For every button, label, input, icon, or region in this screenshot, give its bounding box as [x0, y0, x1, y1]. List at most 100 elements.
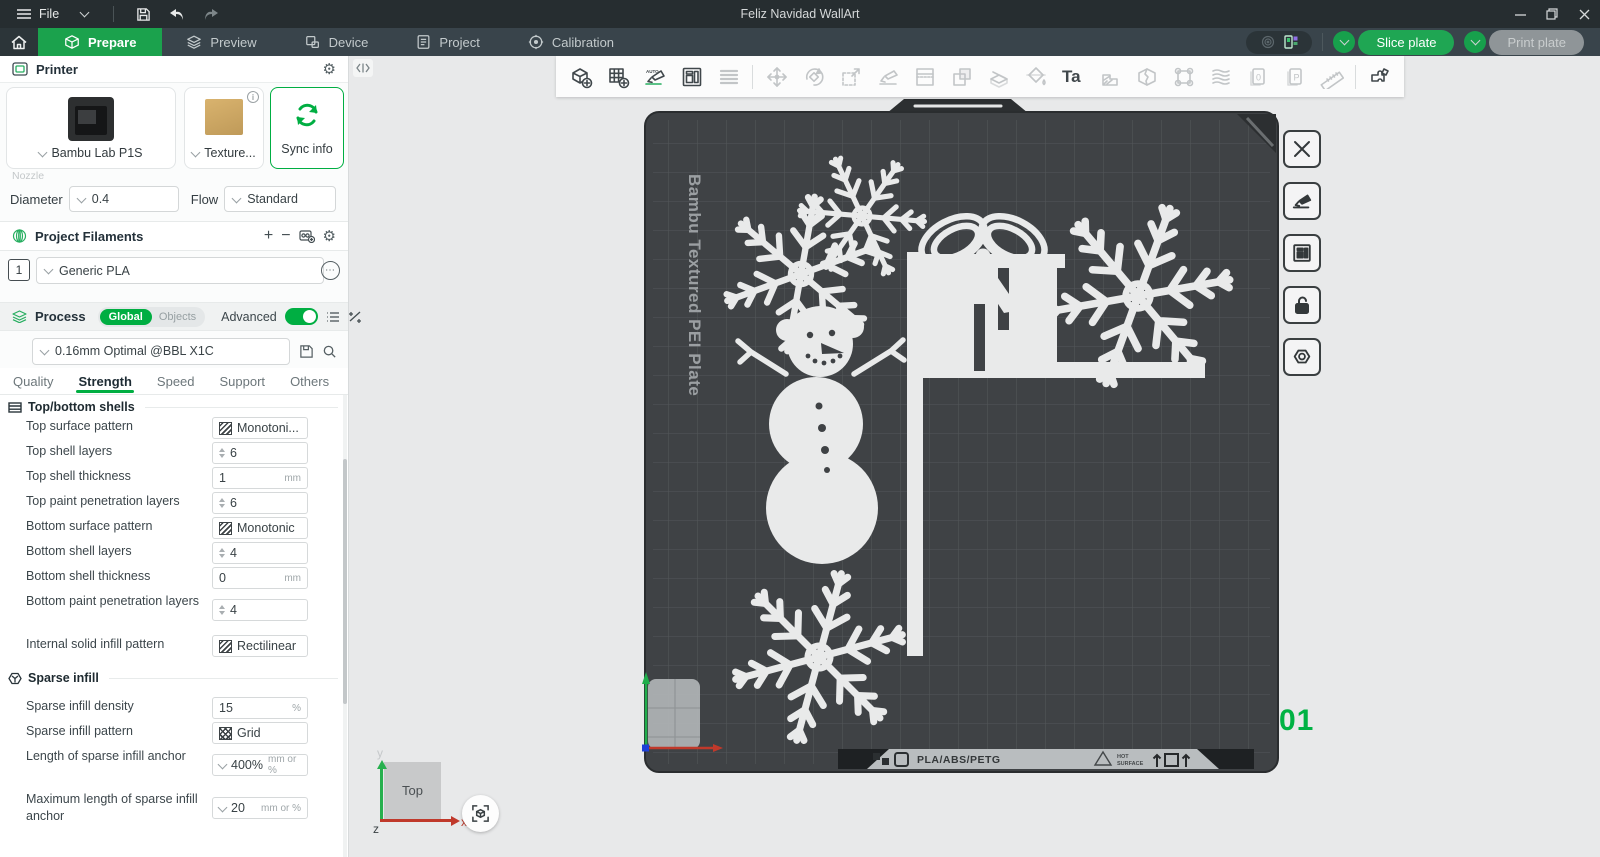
tab-speed[interactable]: Speed — [157, 368, 195, 394]
info-icon[interactable]: i — [247, 91, 259, 103]
tab-prepare[interactable]: Prepare — [38, 28, 162, 56]
slice-dropdown-button[interactable] — [1333, 31, 1355, 53]
text-button[interactable]: Ta — [1054, 58, 1091, 95]
spinner-icon[interactable] — [219, 448, 225, 458]
redo-button[interactable] — [196, 0, 226, 28]
add-filament-button[interactable]: + — [264, 227, 273, 245]
printer-card[interactable]: Bambu Lab P1S — [6, 87, 176, 169]
arrange-button[interactable] — [673, 58, 710, 95]
settings-scrollbar[interactable] — [343, 395, 347, 857]
view-cube[interactable]: Top — [384, 762, 441, 819]
plate-number-label[interactable]: 01 — [1279, 704, 1314, 738]
measure-button[interactable] — [1313, 58, 1350, 95]
sidebar-collapse-handle[interactable] — [353, 59, 373, 77]
flow-select[interactable]: Standard — [224, 186, 336, 212]
delete-plate-button[interactable] — [1283, 130, 1321, 168]
compare-presets-button[interactable] — [348, 310, 362, 323]
spinner-icon[interactable] — [219, 498, 225, 508]
fit-view-button[interactable] — [462, 795, 499, 832]
mesh-repair-button[interactable] — [1128, 58, 1165, 95]
view-mode-pill[interactable] — [1246, 31, 1312, 54]
close-button[interactable] — [1568, 0, 1600, 28]
edit-filament-button[interactable]: ⋯ — [321, 261, 340, 280]
cut-button[interactable] — [980, 58, 1017, 95]
variable-layer-height-button[interactable] — [1202, 58, 1239, 95]
add-object-button[interactable] — [562, 58, 599, 95]
bottom-shell-thickness-input[interactable]: 0mm — [212, 567, 308, 589]
diameter-select[interactable]: 0.4 — [69, 186, 179, 212]
add-plate-button[interactable] — [599, 58, 636, 95]
scrollbar-thumb[interactable] — [343, 459, 347, 704]
internal-solid-infill-pattern-select[interactable]: Rectilinear — [212, 635, 308, 657]
sync-info-button[interactable]: Sync info — [270, 87, 344, 169]
filament-settings-button[interactable]: ⚙ — [323, 229, 336, 244]
build-plate-scene[interactable]: Bambu Textured PEI Plate — [349, 56, 1600, 857]
file-dropdown-button[interactable] — [69, 0, 99, 28]
layer-list-button[interactable] — [710, 58, 747, 95]
spinner-icon[interactable] — [219, 548, 225, 558]
filament-select[interactable]: Generic PLA — [36, 257, 324, 284]
tab-preview[interactable]: Preview — [162, 28, 280, 56]
file-menu-button[interactable]: File — [10, 0, 65, 28]
bottom-shell-layers-input[interactable]: 4 — [212, 542, 308, 564]
plate-settings-icon — [1291, 346, 1313, 368]
zero-document-button[interactable]: 0 — [1239, 58, 1276, 95]
fuzzy-skin-button[interactable] — [1091, 58, 1128, 95]
plate-settings-button[interactable] — [1283, 338, 1321, 376]
tab-device[interactable]: Device — [281, 28, 393, 56]
ams-sync-button[interactable] — [299, 230, 315, 243]
save-preset-button[interactable] — [299, 344, 314, 359]
top-shell-thickness-input[interactable]: 1mm — [212, 467, 308, 489]
auto-orient-plate-button[interactable] — [1283, 182, 1321, 220]
tab-quality[interactable]: Quality — [13, 368, 53, 394]
advanced-toggle[interactable] — [285, 308, 318, 325]
sparse-infill-anchor-select[interactable]: 400%mm or % — [212, 754, 308, 776]
process-scope-toggle[interactable]: Global Objects — [98, 307, 206, 327]
build-plate-card[interactable]: i Texture... — [184, 87, 264, 169]
p-document-button[interactable]: P — [1276, 58, 1313, 95]
split-to-plates-button[interactable] — [906, 58, 943, 95]
sparse-infill-anchor-max-select[interactable]: 20mm or % — [212, 797, 308, 819]
top-surface-pattern-select[interactable]: Monotoni... — [212, 417, 308, 439]
bottom-paint-penetration-layers-input[interactable]: 4 — [212, 599, 308, 621]
undo-button[interactable] — [162, 0, 192, 28]
seam-button[interactable] — [1165, 58, 1202, 95]
scope-global[interactable]: Global — [100, 309, 152, 325]
tab-strength[interactable]: Strength — [78, 368, 131, 394]
tab-others[interactable]: Others — [290, 368, 329, 394]
assembly-button[interactable] — [1361, 58, 1398, 95]
home-button[interactable] — [0, 28, 38, 56]
place-on-face-button[interactable] — [869, 58, 906, 95]
viewport-3d[interactable]: Bambu Textured PEI Plate — [349, 56, 1600, 857]
scope-objects[interactable]: Objects — [152, 311, 203, 323]
save-button[interactable] — [128, 0, 158, 28]
remove-filament-button[interactable]: − — [281, 227, 290, 245]
split-to-parts-button[interactable] — [943, 58, 980, 95]
tab-support[interactable]: Support — [220, 368, 266, 394]
process-preset-select[interactable]: 0.16mm Optimal @BBL X1C — [32, 338, 290, 365]
rotate-button[interactable] — [795, 58, 832, 95]
view-all-settings-button[interactable] — [326, 311, 340, 323]
arrange-plate-button[interactable] — [1283, 234, 1321, 272]
print-plate-button[interactable]: Print plate — [1489, 30, 1584, 55]
spinner-icon[interactable] — [219, 605, 225, 615]
filament-slot-number[interactable]: 1 — [8, 259, 30, 281]
slice-plate-button[interactable]: Slice plate — [1358, 30, 1454, 55]
search-settings-button[interactable] — [322, 344, 337, 359]
sparse-infill-density-input[interactable]: 15% — [212, 697, 308, 719]
scale-button[interactable] — [832, 58, 869, 95]
print-dropdown-button[interactable] — [1464, 31, 1486, 53]
top-paint-penetration-layers-input[interactable]: 6 — [212, 492, 308, 514]
printer-settings-button[interactable]: ⚙ — [323, 62, 336, 77]
lock-plate-button[interactable] — [1283, 286, 1321, 324]
minimize-button[interactable] — [1504, 0, 1536, 28]
paint-button[interactable] — [1017, 58, 1054, 95]
auto-orient-button[interactable]: AUTO — [636, 58, 673, 95]
maximize-button[interactable] — [1536, 0, 1568, 28]
tab-project[interactable]: Project — [392, 28, 503, 56]
move-button[interactable] — [758, 58, 795, 95]
bottom-surface-pattern-select[interactable]: Monotonic — [212, 517, 308, 539]
sparse-infill-pattern-select[interactable]: Grid — [212, 722, 308, 744]
top-shell-layers-input[interactable]: 6 — [212, 442, 308, 464]
tab-calibration[interactable]: Calibration — [504, 28, 638, 56]
